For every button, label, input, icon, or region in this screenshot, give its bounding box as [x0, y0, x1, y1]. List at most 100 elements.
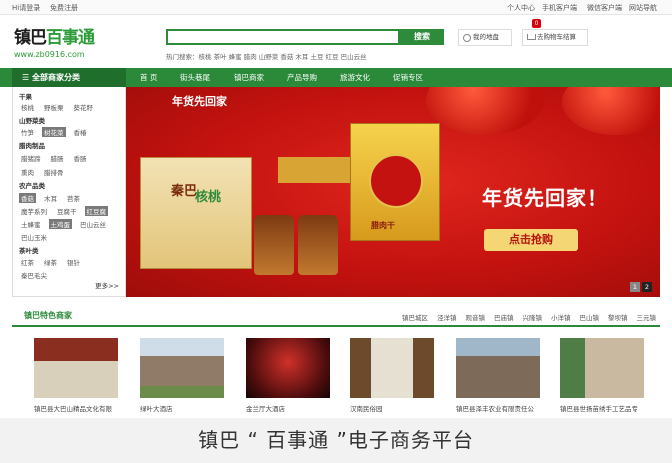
category-item[interactable]: 葵花籽: [72, 102, 96, 112]
category-item[interactable]: 巴山玉米: [19, 232, 49, 242]
banner-page-2[interactable]: 2: [642, 282, 652, 292]
category-item[interactable]: 豆腐干: [55, 206, 79, 216]
category-item[interactable]: 腊猪蹄: [19, 153, 43, 163]
box-3-label: 腊肉干: [371, 221, 395, 230]
category-item[interactable]: 腊肠: [49, 153, 66, 163]
hot-search: 热门搜索：核桃 茶叶 蜂蜜 腊肉 山野菜 香菇 木耳 土豆 红豆 巴山云丝: [166, 51, 456, 61]
category-row: 魔芋系列 豆腐干 红豆腐: [19, 206, 114, 216]
town-link[interactable]: 巴山镇: [580, 314, 600, 322]
category-item[interactable]: 绿茶: [42, 257, 59, 267]
category-item[interactable]: 红豆腐: [84, 206, 108, 216]
category-item[interactable]: 土鸡蛋: [48, 219, 72, 229]
nav-home[interactable]: 首 页: [140, 68, 157, 87]
category-item[interactable]: 秦巴毛尖: [19, 270, 49, 280]
wechat-client-link[interactable]: 微信客户端: [587, 3, 622, 13]
category-item[interactable]: 香椿: [72, 127, 89, 137]
register-link[interactable]: 免费注册: [50, 3, 78, 13]
mobile-client-link[interactable]: 手机客户端: [542, 3, 577, 13]
merchant-section-title: 镇巴特色商家: [24, 311, 72, 320]
category-title[interactable]: 山野菜类: [19, 115, 45, 125]
merchant-card[interactable]: 绿叶大酒店: [140, 338, 224, 413]
category-item[interactable]: 竹笋: [19, 127, 36, 137]
hot-search-words[interactable]: 核桃 茶叶 蜂蜜 腊肉 山野菜 香菇 木耳 土豆 红豆 巴山云丝: [199, 53, 367, 61]
category-title[interactable]: 腊肉制品: [19, 140, 45, 150]
banner-page-1[interactable]: 1: [630, 282, 640, 292]
nav-merchants[interactable]: 镇巴商家: [234, 68, 264, 87]
category-item[interactable]: 苕茶: [65, 193, 82, 203]
all-categories-button[interactable]: ☰ 全部商家分类: [12, 68, 126, 87]
category-item[interactable]: 银针: [65, 257, 82, 267]
promo-banner[interactable]: 年货先回家 秦巴 核桃 腊肉干 年货先回家！ 点击抢购: [126, 87, 660, 297]
site-logo[interactable]: 镇巴百事通 www.zb0916.com: [14, 23, 102, 65]
category-row: 熏肉 腊排骨: [19, 167, 72, 177]
cart-count-badge: 0: [532, 19, 541, 28]
town-link[interactable]: 镇巴城区: [402, 314, 428, 322]
lantern-decoration: [426, 87, 544, 135]
product-box-image: 秦巴 核桃: [140, 157, 252, 269]
user-icon: [463, 34, 471, 42]
town-link[interactable]: 小洋镇: [551, 314, 571, 322]
buy-now-button[interactable]: 点击抢购: [484, 229, 578, 251]
site-nav-link[interactable]: 网站导航: [629, 3, 657, 13]
box-label: 秦巴: [171, 184, 198, 199]
category-item[interactable]: 野板栗: [42, 102, 66, 112]
category-item[interactable]: 木耳: [42, 193, 59, 203]
category-item[interactable]: 香菇: [19, 193, 36, 203]
login-link[interactable]: Hi请登录: [12, 3, 40, 13]
merchant-card[interactable]: 金兰厅大酒店: [246, 338, 330, 413]
cart-icon: [527, 34, 536, 40]
nav-products[interactable]: 产品导购: [287, 68, 317, 87]
merchant-card[interactable]: 汉南民俗园: [350, 338, 434, 413]
product-box-image: 腊肉干: [350, 123, 440, 241]
category-item[interactable]: 树花菜: [42, 127, 66, 137]
category-item[interactable]: 巴山云丝: [78, 219, 108, 229]
category-row: 土蜂蜜 土鸡蛋 巴山云丝: [19, 219, 114, 229]
category-row: 腊猪蹄 腊肠 香肠: [19, 153, 95, 163]
search-button[interactable]: 搜索: [400, 29, 444, 45]
merchant-card[interactable]: 镇巴县世扬苗绣手工艺品专: [560, 338, 644, 413]
merchant-name: 绿叶大酒店: [140, 405, 173, 413]
merchant-name: 镇巴县世扬苗绣手工艺品专: [560, 405, 638, 413]
category-item[interactable]: 土蜂蜜: [19, 219, 43, 229]
nav-streets[interactable]: 街头巷尾: [180, 68, 210, 87]
merchant-name: 镇巴县泽丰农业有限责任公: [456, 405, 534, 413]
merchant-photo: [140, 338, 224, 398]
category-item[interactable]: 腊排骨: [42, 167, 66, 177]
more-categories-link[interactable]: 更多>>: [95, 280, 119, 290]
nav-tourism[interactable]: 旅游文化: [340, 68, 370, 87]
merchant-photo: [246, 338, 330, 398]
category-row: 秦巴毛尖: [19, 270, 55, 280]
town-link[interactable]: 兴隆镇: [523, 314, 543, 322]
category-title[interactable]: 茶叶类: [19, 245, 39, 255]
merchant-name: 金兰厅大酒店: [246, 405, 285, 413]
town-link[interactable]: 观音镇: [466, 314, 486, 322]
category-item[interactable]: 熏肉: [19, 167, 36, 177]
category-row: 竹笋 树花菜 香椿: [19, 127, 95, 137]
category-row: 核桃 野板栗 葵花籽: [19, 102, 101, 112]
town-link[interactable]: 黎坝镇: [608, 314, 628, 322]
merchant-card[interactable]: 镇巴县泽丰农业有限责任公: [456, 338, 540, 413]
box-label-2: 核桃: [195, 190, 222, 205]
merchant-card[interactable]: 镇巴县大巴山精品文化有限: [34, 338, 118, 413]
town-link[interactable]: 泾洋镇: [437, 314, 457, 322]
user-center-link[interactable]: 个人中心: [507, 3, 535, 13]
category-item[interactable]: 核桃: [19, 102, 36, 112]
lantern-decoration: [562, 87, 660, 135]
town-link[interactable]: 巴庙镇: [494, 314, 514, 322]
banner-slogan: 年货先回家！: [482, 186, 608, 210]
nav-promotions[interactable]: 促销专区: [393, 68, 423, 87]
search-input[interactable]: [166, 29, 400, 45]
category-title[interactable]: 农产品类: [19, 180, 45, 190]
cart-button[interactable]: 去购物车结算: [522, 29, 588, 46]
category-item[interactable]: 红茶: [19, 257, 36, 267]
category-row: 香菇 木耳 苕茶: [19, 193, 88, 203]
town-link[interactable]: 三元镇: [637, 314, 657, 322]
merchant-photo: [34, 338, 118, 398]
category-item[interactable]: 香肠: [72, 153, 89, 163]
category-title[interactable]: 干果: [19, 91, 32, 101]
town-filter: 镇巴城区 泾洋镇 观音镇 巴庙镇 兴隆镇 小洋镇 巴山镇 黎坝镇 三元镇: [393, 312, 656, 322]
box-emblem: [369, 154, 423, 208]
category-item[interactable]: 魔芋系列: [19, 206, 49, 216]
my-store-button[interactable]: 我的地盘: [458, 29, 512, 46]
logo-text: 镇巴百事通: [14, 28, 95, 48]
